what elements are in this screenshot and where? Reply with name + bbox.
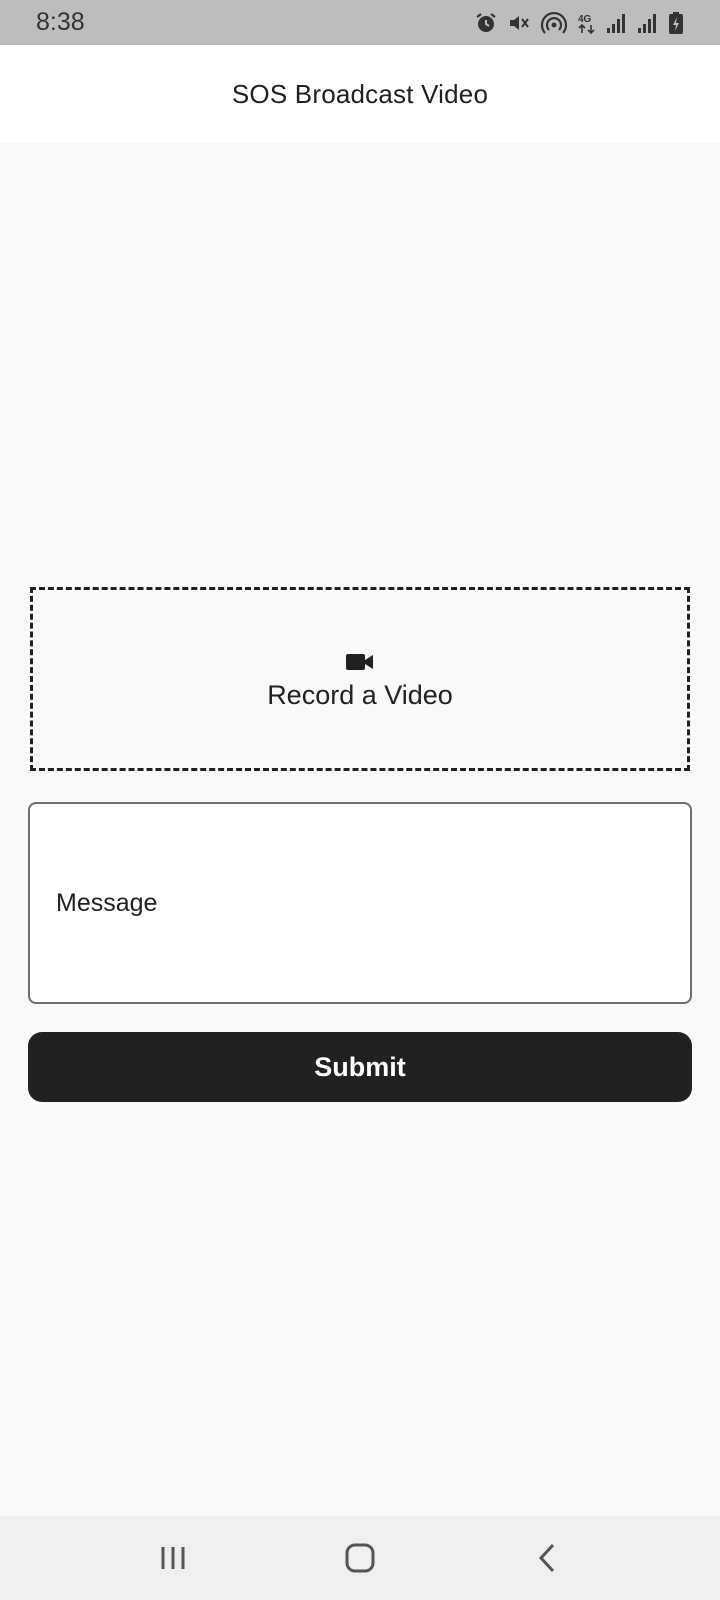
signal-icon [638, 13, 656, 33]
nav-bar [0, 1516, 720, 1600]
page-title: SOS Broadcast Video [231, 78, 489, 109]
back-button[interactable] [507, 1528, 587, 1588]
home-button[interactable] [320, 1528, 400, 1588]
screen: 8:38 4G SOS Broadcast Video Record a Vid… [0, 0, 720, 1600]
alarm-icon [476, 12, 496, 32]
status-bar: 8:38 4G [0, 0, 720, 45]
status-icons: 4G [474, 11, 684, 35]
video-camera-icon [346, 653, 373, 670]
record-video-label: Record a Video [267, 679, 453, 710]
message-input[interactable] [56, 888, 664, 918]
recent-apps-button[interactable] [133, 1528, 213, 1588]
4g-icon: 4G [578, 14, 595, 34]
record-video-button[interactable]: Record a Video [30, 587, 690, 771]
app-bar: SOS Broadcast Video [0, 45, 720, 143]
mute-icon [510, 15, 529, 30]
home-icon [345, 1543, 375, 1573]
battery-charging-icon [669, 11, 683, 34]
recent-apps-icon [161, 1547, 185, 1569]
submit-button[interactable]: Submit [28, 1032, 692, 1102]
hotspot-icon [540, 11, 568, 34]
signal-icon [607, 13, 625, 33]
back-icon [538, 1543, 554, 1573]
message-field[interactable] [28, 802, 692, 1004]
svg-text:4G: 4G [578, 14, 592, 25]
status-time: 8:38 [36, 8, 85, 36]
